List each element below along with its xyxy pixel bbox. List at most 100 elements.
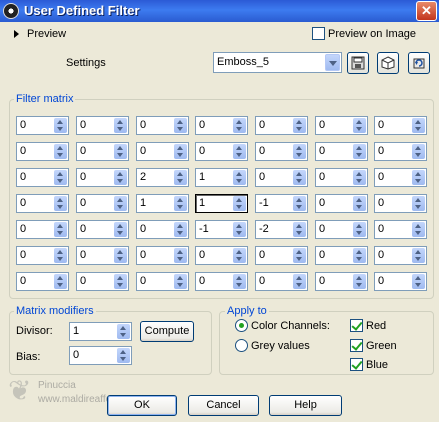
matrix-cell-r5-c4[interactable]: 0 (255, 246, 308, 265)
matrix-cell-r5-c1[interactable]: 0 (76, 246, 129, 265)
reset-button[interactable] (408, 52, 430, 74)
close-button[interactable]: ✕ (416, 1, 437, 21)
green-channel-option[interactable]: Green (350, 339, 397, 352)
spin-arrows-icon[interactable] (114, 248, 127, 263)
grey-values-option[interactable]: Grey values (235, 339, 310, 352)
matrix-cell-r3-c2[interactable]: 1 (136, 194, 189, 213)
bias-spinner[interactable]: 0 (69, 346, 132, 365)
spin-arrows-icon[interactable] (174, 248, 187, 263)
blue-checkbox[interactable] (350, 358, 363, 371)
spin-arrows-icon[interactable] (233, 222, 246, 237)
grey-values-radio[interactable] (235, 339, 248, 352)
spin-arrows-icon[interactable] (174, 144, 187, 159)
matrix-cell-r2-c5[interactable]: 0 (315, 168, 368, 187)
spin-arrows-icon[interactable] (54, 222, 67, 237)
ok-button[interactable]: OK (107, 395, 177, 416)
spin-arrows-icon[interactable] (412, 274, 425, 289)
matrix-cell-r1-c2[interactable]: 0 (136, 142, 189, 161)
spin-arrows-icon[interactable] (353, 248, 366, 263)
spin-arrows-icon[interactable] (412, 118, 425, 133)
spin-arrows-icon[interactable] (233, 196, 246, 211)
compute-button[interactable]: Compute (140, 321, 194, 342)
spin-arrows-icon[interactable] (412, 222, 425, 237)
spin-arrows-icon[interactable] (54, 248, 67, 263)
matrix-cell-r2-c6[interactable]: 0 (374, 168, 427, 187)
spin-arrows-icon[interactable] (114, 222, 127, 237)
matrix-cell-r1-c5[interactable]: 0 (315, 142, 368, 161)
matrix-cell-r0-c6[interactable]: 0 (374, 116, 427, 135)
matrix-cell-r4-c4[interactable]: -2 (255, 220, 308, 239)
red-channel-option[interactable]: Red (350, 319, 386, 332)
matrix-cell-r6-c0[interactable]: 0 (16, 272, 69, 291)
spin-arrows-icon[interactable] (412, 196, 425, 211)
matrix-cell-r5-c0[interactable]: 0 (16, 246, 69, 265)
matrix-cell-r3-c6[interactable]: 0 (374, 194, 427, 213)
spin-arrows-icon[interactable] (174, 196, 187, 211)
preview-toggle[interactable]: Preview (14, 27, 66, 41)
spin-arrows-icon[interactable] (293, 196, 306, 211)
matrix-cell-r6-c4[interactable]: 0 (255, 272, 308, 291)
spin-arrows-icon[interactable] (353, 170, 366, 185)
matrix-cell-r2-c1[interactable]: 0 (76, 168, 129, 187)
spin-arrows-icon[interactable] (233, 118, 246, 133)
settings-preset-dropdown[interactable]: Emboss_5 (213, 52, 342, 73)
spin-arrows-icon[interactable] (54, 170, 67, 185)
matrix-cell-r4-c2[interactable]: 0 (136, 220, 189, 239)
color-channels-radio[interactable] (235, 319, 248, 332)
spin-arrows-icon[interactable] (353, 274, 366, 289)
help-button[interactable]: Help (269, 395, 342, 416)
matrix-cell-r3-c4[interactable]: -1 (255, 194, 308, 213)
preview-on-image-option[interactable]: Preview on Image (312, 27, 416, 40)
spin-arrows-icon[interactable] (114, 196, 127, 211)
spin-arrows-icon[interactable] (54, 196, 67, 211)
spin-arrows-icon[interactable] (293, 248, 306, 263)
spin-arrows-icon[interactable] (412, 144, 425, 159)
spin-arrows-icon[interactable] (174, 118, 187, 133)
matrix-cell-r5-c3[interactable]: 0 (195, 246, 248, 265)
spin-arrows-icon[interactable] (412, 248, 425, 263)
matrix-cell-r4-c3[interactable]: -1 (195, 220, 248, 239)
spin-arrows-icon[interactable] (233, 248, 246, 263)
matrix-cell-r5-c2[interactable]: 0 (136, 246, 189, 265)
red-checkbox[interactable] (350, 319, 363, 332)
spin-arrows-icon[interactable] (233, 274, 246, 289)
matrix-cell-r1-c4[interactable]: 0 (255, 142, 308, 161)
matrix-cell-r5-c5[interactable]: 0 (315, 246, 368, 265)
matrix-cell-r1-c3[interactable]: 0 (195, 142, 248, 161)
matrix-cell-r0-c1[interactable]: 0 (76, 116, 129, 135)
spin-arrows-icon[interactable] (233, 144, 246, 159)
spin-arrows-icon[interactable] (174, 274, 187, 289)
green-checkbox[interactable] (350, 339, 363, 352)
spin-arrows-icon[interactable] (117, 348, 130, 363)
spin-arrows-icon[interactable] (293, 118, 306, 133)
color-channels-option[interactable]: Color Channels: (235, 319, 330, 332)
spin-arrows-icon[interactable] (293, 222, 306, 237)
spin-arrows-icon[interactable] (174, 222, 187, 237)
matrix-cell-r6-c5[interactable]: 0 (315, 272, 368, 291)
save-preset-button[interactable] (347, 52, 369, 74)
matrix-cell-r4-c6[interactable]: 0 (374, 220, 427, 239)
matrix-cell-r4-c1[interactable]: 0 (76, 220, 129, 239)
matrix-cell-r3-c0[interactable]: 0 (16, 194, 69, 213)
spin-arrows-icon[interactable] (114, 118, 127, 133)
spin-arrows-icon[interactable] (114, 170, 127, 185)
matrix-cell-r1-c0[interactable]: 0 (16, 142, 69, 161)
matrix-cell-r2-c3[interactable]: 1 (195, 168, 248, 187)
spin-arrows-icon[interactable] (54, 274, 67, 289)
preview-on-image-checkbox[interactable] (312, 27, 325, 40)
spin-arrows-icon[interactable] (174, 170, 187, 185)
matrix-cell-r1-c1[interactable]: 0 (76, 142, 129, 161)
matrix-cell-r0-c5[interactable]: 0 (315, 116, 368, 135)
spin-arrows-icon[interactable] (293, 144, 306, 159)
spin-arrows-icon[interactable] (293, 274, 306, 289)
matrix-cell-r0-c0[interactable]: 0 (16, 116, 69, 135)
spin-arrows-icon[interactable] (54, 118, 67, 133)
spin-arrows-icon[interactable] (54, 144, 67, 159)
spin-arrows-icon[interactable] (353, 144, 366, 159)
matrix-cell-r4-c5[interactable]: 0 (315, 220, 368, 239)
spin-arrows-icon[interactable] (114, 144, 127, 159)
matrix-cell-r2-c4[interactable]: 0 (255, 168, 308, 187)
matrix-cell-r3-c1[interactable]: 0 (76, 194, 129, 213)
matrix-cell-r0-c3[interactable]: 0 (195, 116, 248, 135)
matrix-cell-r0-c4[interactable]: 0 (255, 116, 308, 135)
